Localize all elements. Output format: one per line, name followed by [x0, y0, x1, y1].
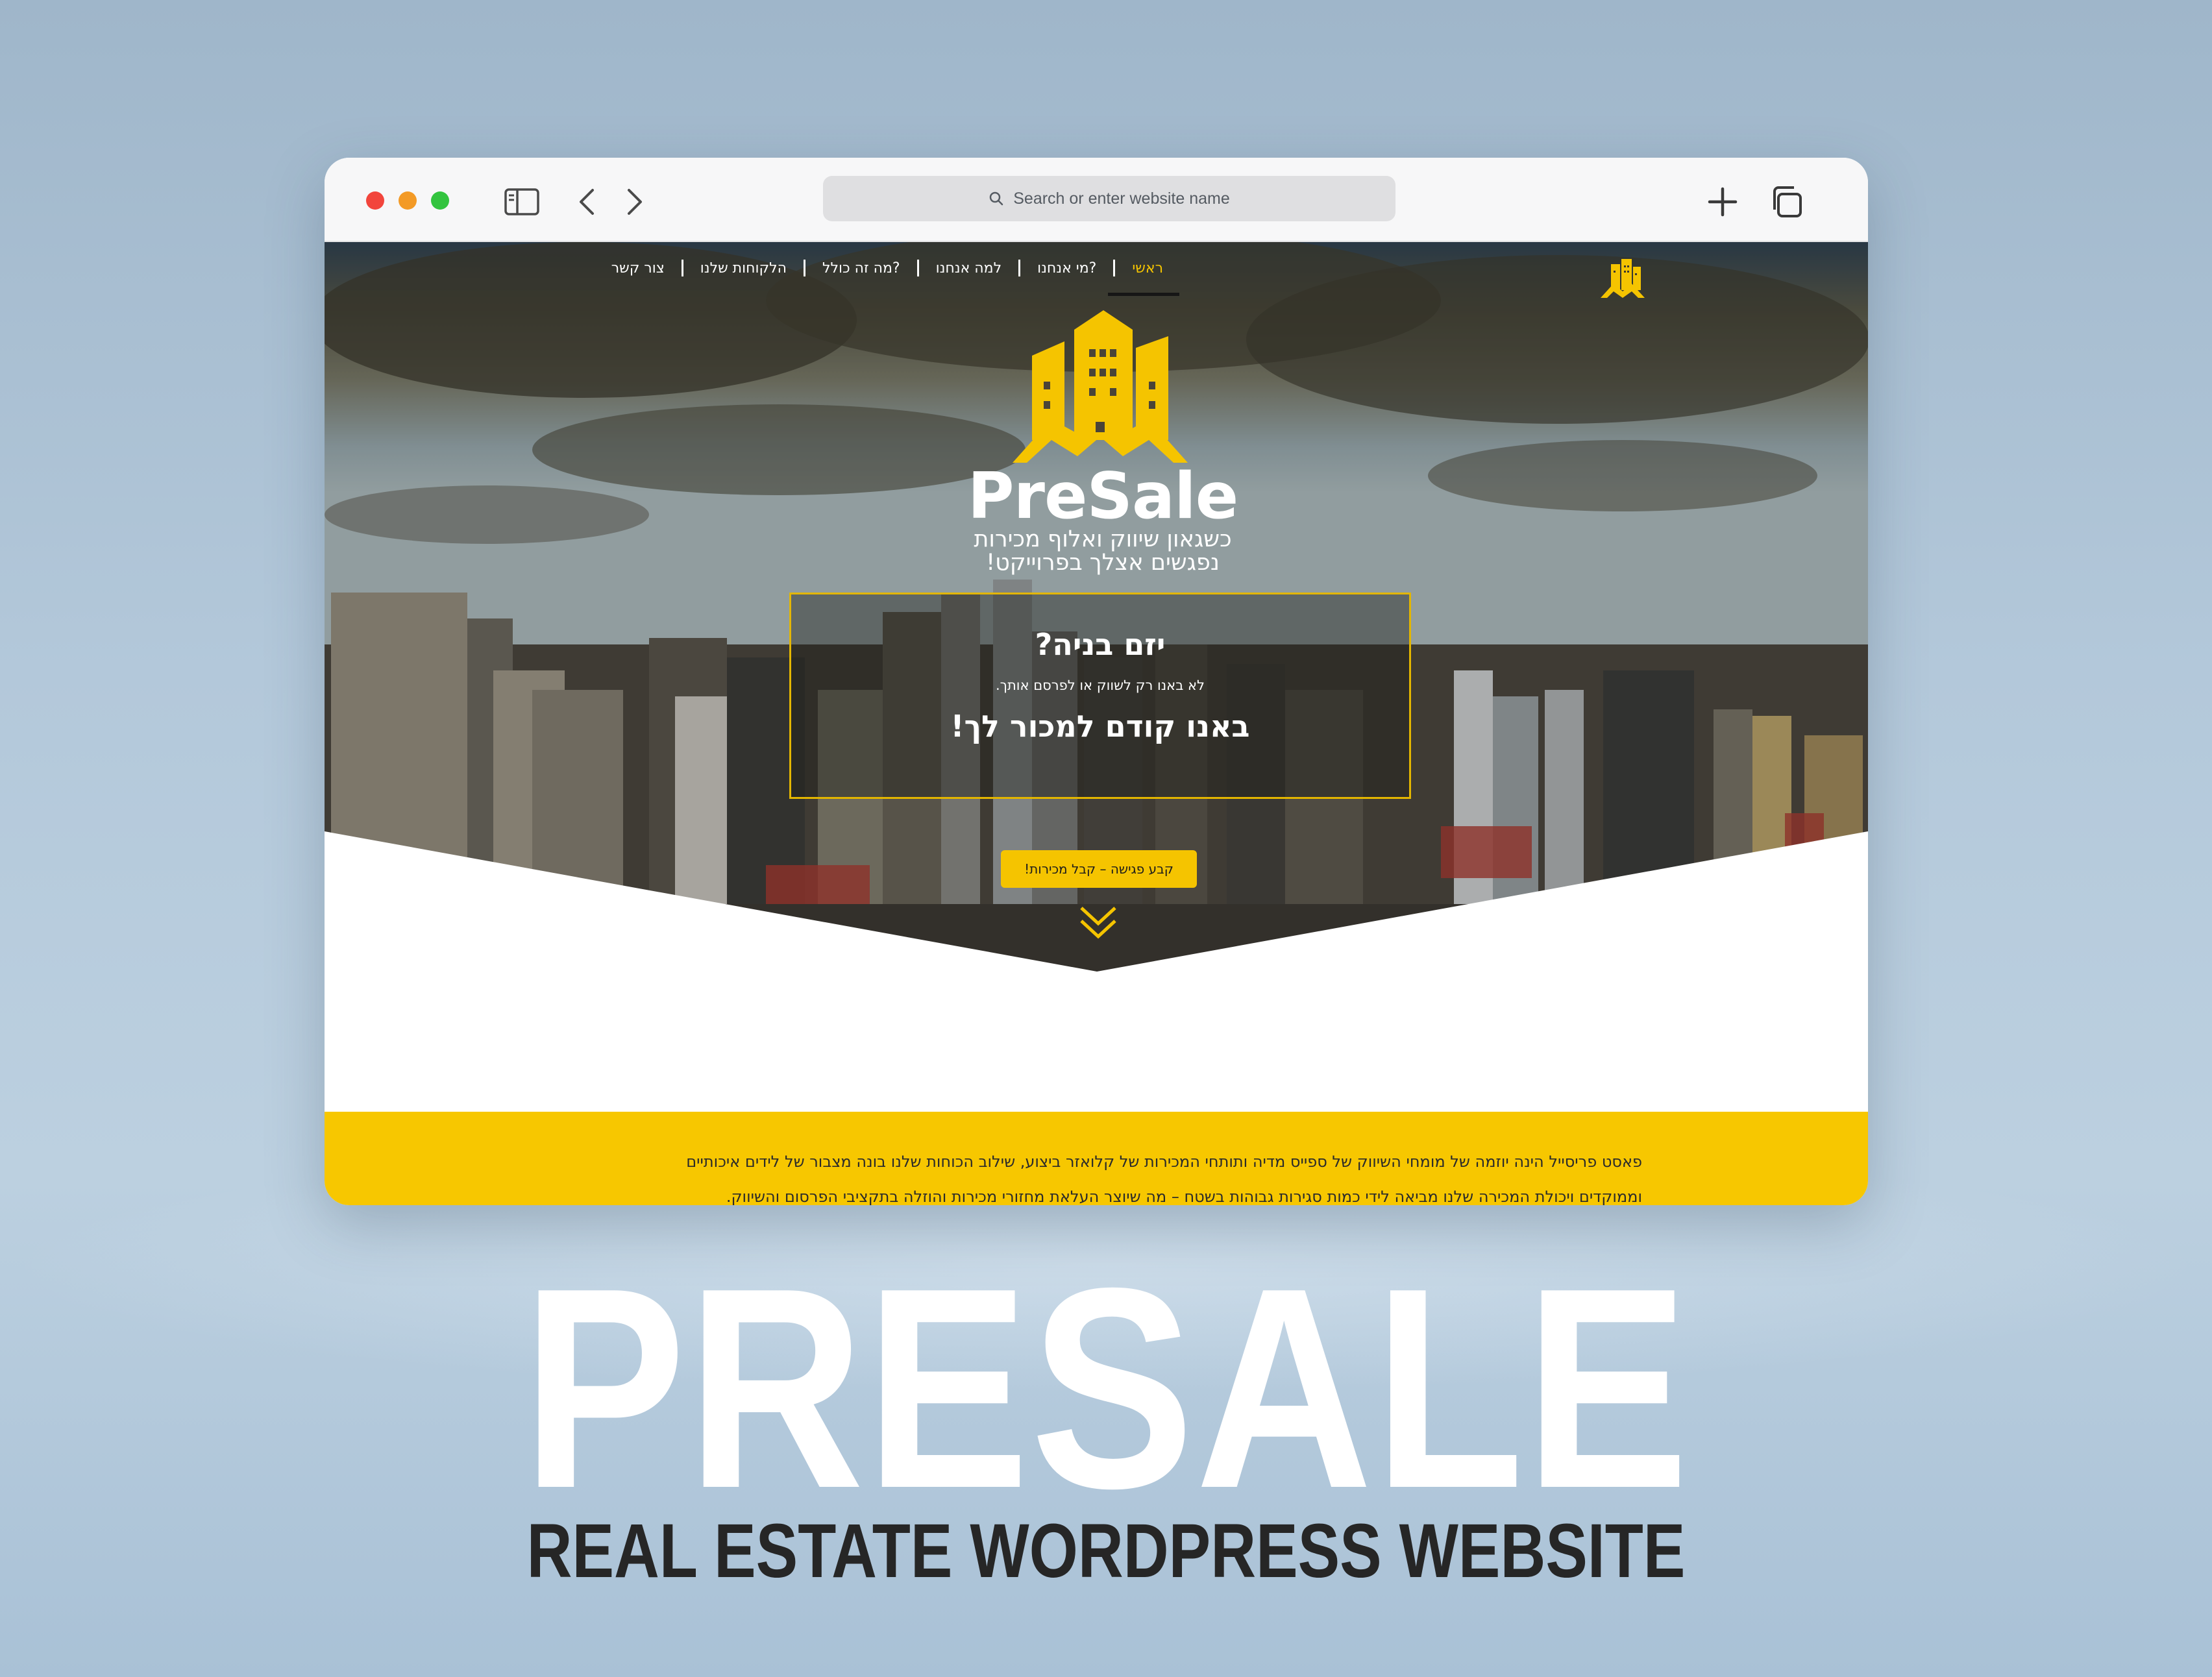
hero-tagline: כשגאון שיווק ואלוף מכירות נפגשים אצלך בפ… — [325, 528, 1868, 574]
nav-home[interactable]: ראשי — [1115, 260, 1180, 276]
minimize-window-button[interactable] — [399, 191, 417, 210]
nav-active-underline — [1108, 293, 1179, 296]
address-bar[interactable]: Search or enter website name — [823, 176, 1395, 221]
nav-who-we-are[interactable]: מי אנחנו? — [1020, 260, 1113, 276]
nav-our-clients[interactable]: הלקוחות שלנו — [683, 260, 804, 276]
book-meeting-button[interactable]: קבע פגישה – קבל מכירות! — [1001, 850, 1197, 888]
nav-why-us[interactable]: למה אנחנו — [919, 260, 1019, 276]
about-section: פאסט פריסייל הינה יוזמה של מומחי השיווק … — [325, 1112, 1868, 1205]
hero-message-box: יזם בניה? לא באנו רק לשווק או לפרסם אותך… — [789, 593, 1411, 799]
brand-title: PreSale — [967, 459, 1238, 533]
scroll-down-chevron-icon[interactable] — [1077, 904, 1119, 942]
main-navigation: ראשי מי אנחנו? למה אנחנו מה זה כולל? הלק… — [595, 255, 1180, 281]
tab-overview-icon[interactable] — [1768, 184, 1804, 220]
about-line-1: פאסט פריסייל הינה יוזמה של מומחי השיווק … — [686, 1153, 1642, 1171]
presale-buildings-logo-icon — [1013, 310, 1188, 463]
search-icon — [989, 191, 1003, 206]
close-window-button[interactable] — [366, 191, 384, 210]
nav-what-included[interactable]: מה זה כולל? — [805, 260, 917, 276]
caption-subtitle: REAL ESTATE WORDPRESS WEBSITE — [526, 1508, 1686, 1594]
tagline-line-2: נפגשים אצלך בפרוייקט! — [986, 550, 1220, 576]
content-spacer — [325, 1027, 1868, 1079]
nav-contact[interactable]: צור קשר — [595, 260, 682, 276]
forward-arrow-icon[interactable] — [617, 184, 653, 220]
site-logo-icon[interactable] — [1597, 255, 1649, 302]
browser-toolbar: Search or enter website name — [325, 158, 1868, 242]
new-tab-plus-icon[interactable] — [1704, 184, 1741, 220]
caption-title: PRESALE — [522, 1229, 1690, 1548]
hero-question: יזם בניה? — [1035, 627, 1166, 662]
zoom-window-button[interactable] — [431, 191, 449, 210]
hero-subtext: לא באנו רק לשווק או לפרסם אותך. — [996, 678, 1205, 693]
browser-window: Search or enter website name ראשי מי אנח… — [325, 158, 1868, 1205]
hero-headline: באנו קודם למכור לך! — [950, 709, 1250, 744]
back-arrow-icon[interactable] — [569, 184, 605, 220]
address-placeholder: Search or enter website name — [1013, 189, 1230, 208]
about-line-2: וממוקדים ויכולת המכירה שלנו מביאה לידי כ… — [726, 1188, 1642, 1205]
tagline-line-1: כשגאון שיווק ואלוף מכירות — [974, 526, 1232, 552]
hero-section: ראשי מי אנחנו? למה אנחנו מה זה כולל? הלק… — [325, 242, 1868, 1027]
sidebar-toggle-icon[interactable] — [504, 184, 540, 220]
